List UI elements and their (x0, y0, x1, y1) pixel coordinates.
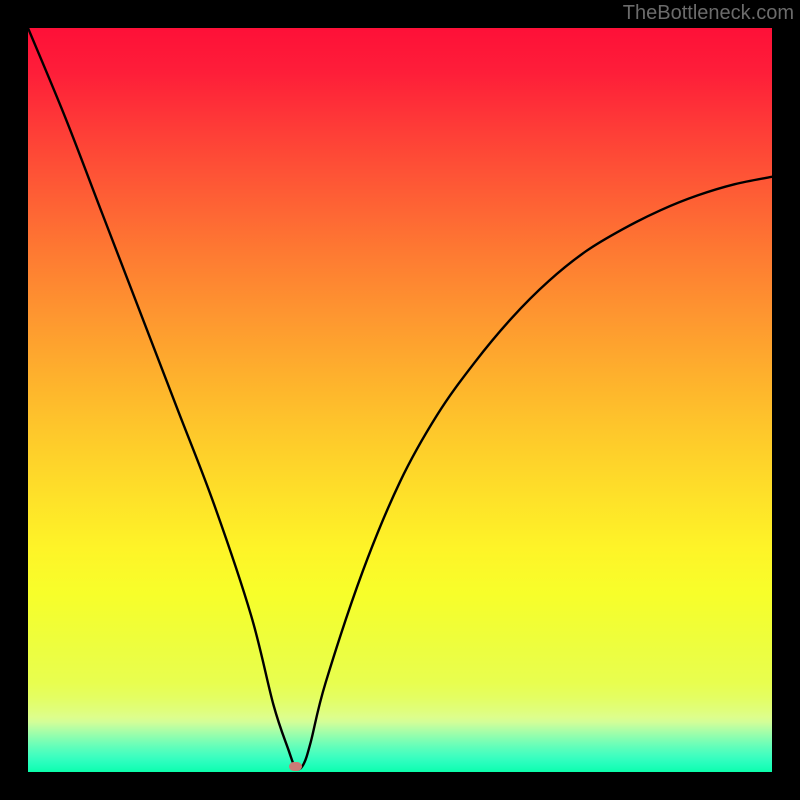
minimum-point-marker (289, 762, 302, 771)
curve-path (28, 28, 772, 769)
plot-area (28, 28, 772, 772)
chart-frame: TheBottleneck.com (0, 0, 800, 800)
bottleneck-curve (28, 28, 772, 772)
attribution-text: TheBottleneck.com (623, 2, 794, 25)
